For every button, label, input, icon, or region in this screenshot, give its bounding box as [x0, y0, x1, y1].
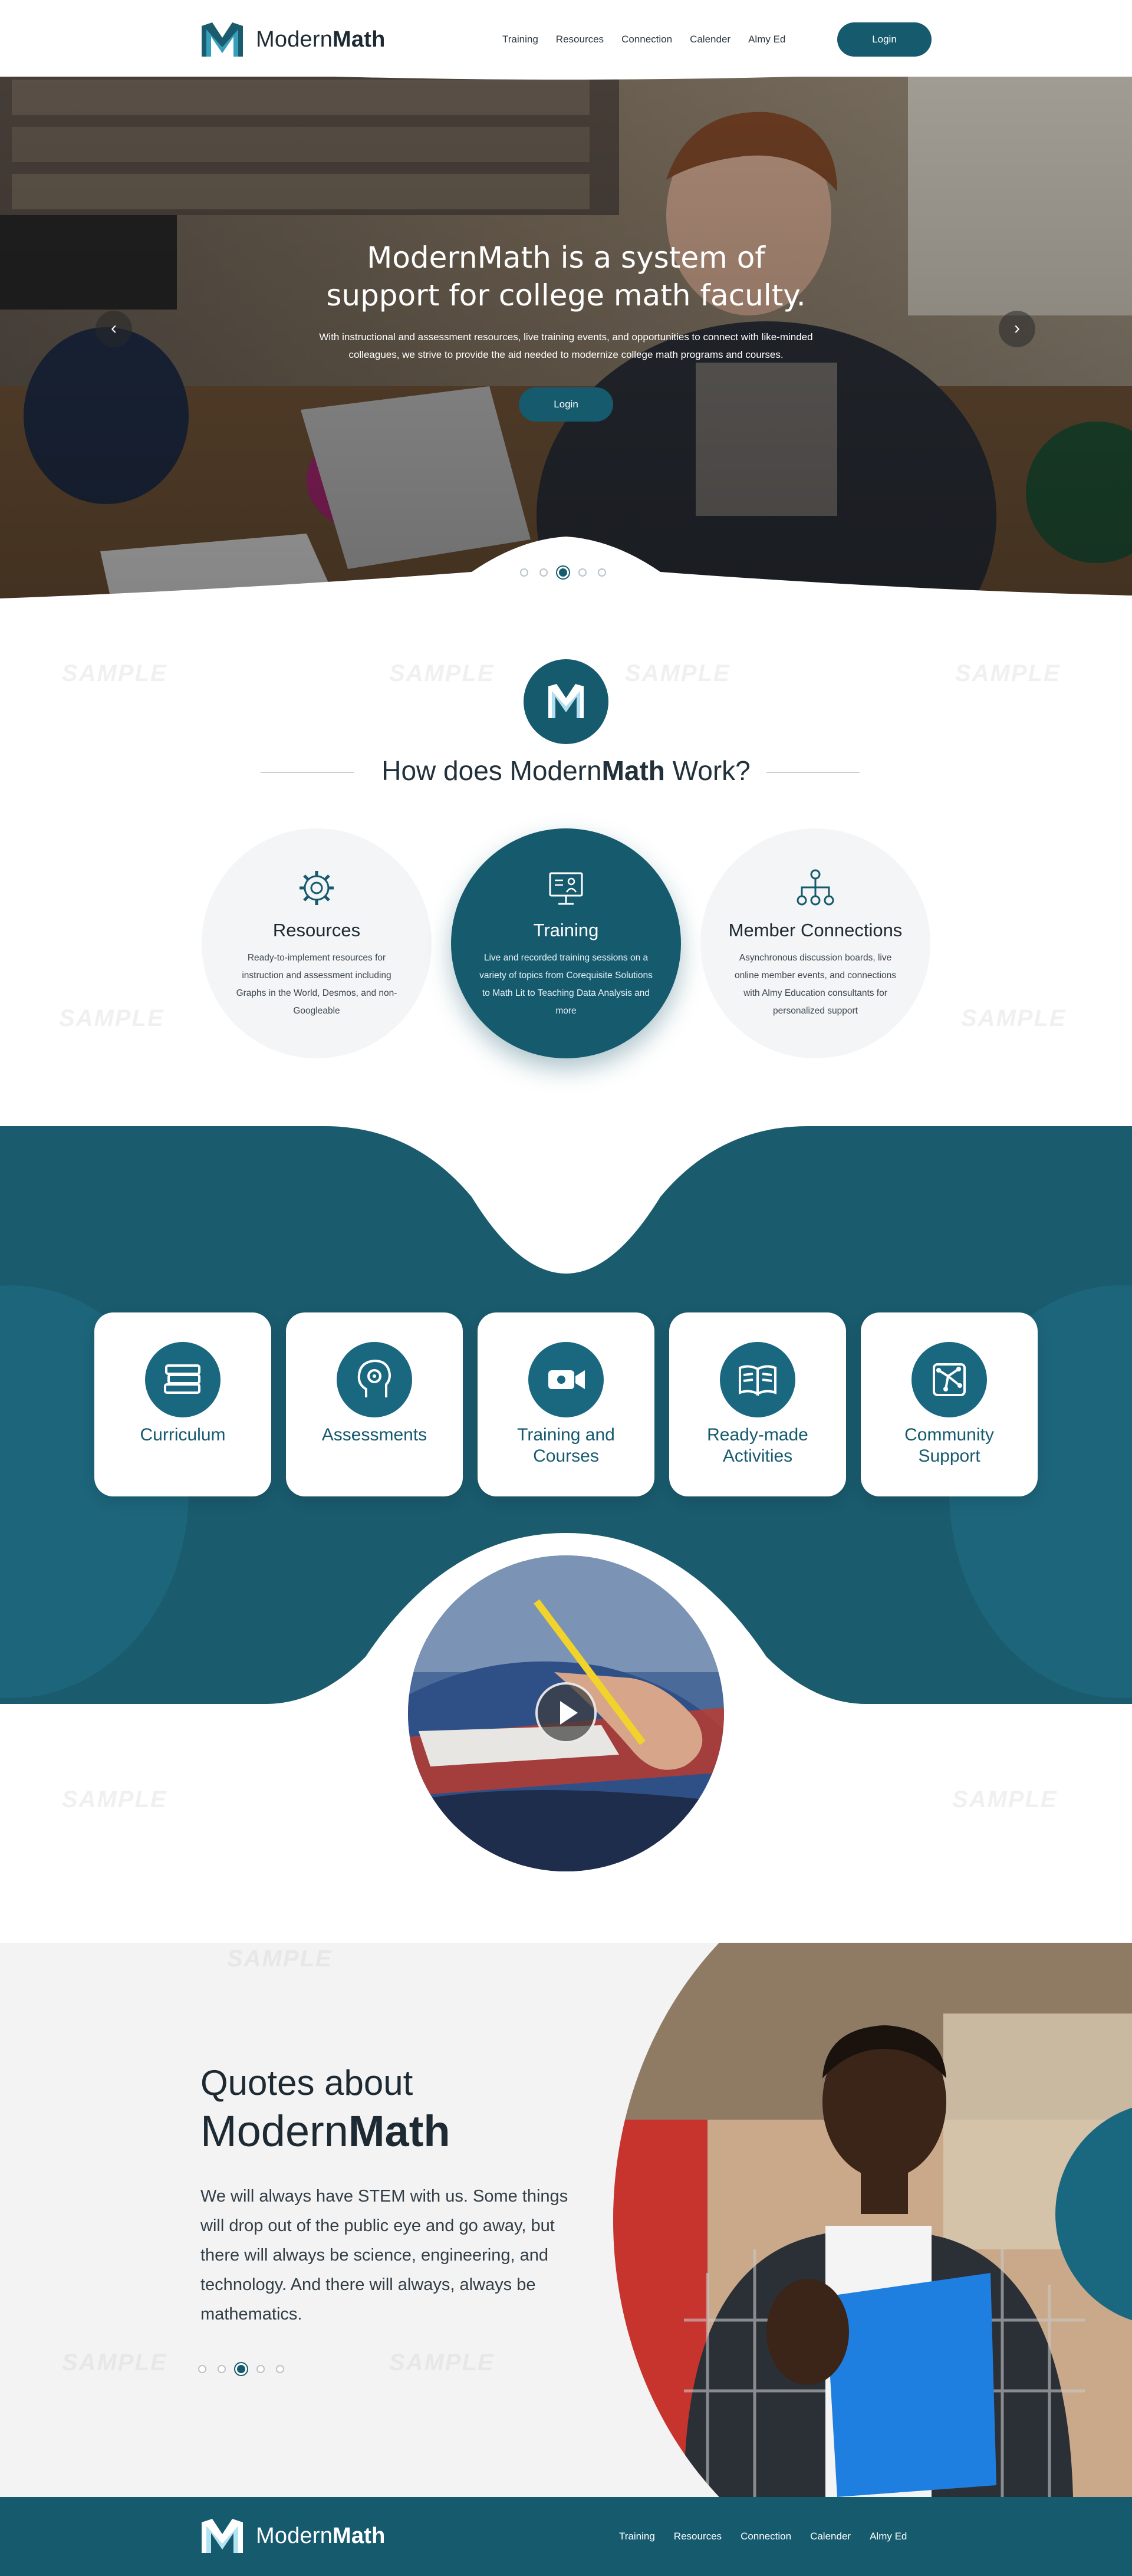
modernmath-logo-icon	[202, 22, 243, 57]
feature-card-training-courses[interactable]: Training and Courses	[478, 1312, 654, 1496]
network-icon	[797, 869, 834, 906]
footer-logo[interactable]: ModernMath	[199, 2516, 386, 2555]
how-card-title: Member Connections	[728, 920, 903, 940]
hero-subtitle: With instructional and assessment resour…	[319, 331, 813, 360]
feature-icon-circle	[145, 1342, 221, 1417]
feature-icon-circle	[720, 1342, 795, 1417]
nav-calender[interactable]: Calender	[690, 34, 730, 45]
nav-connection[interactable]: Connection	[621, 34, 672, 45]
footer-nav-connection[interactable]: Connection	[741, 2531, 791, 2542]
feature-label: Curriculum	[140, 1425, 226, 1445]
hero-slide-dot-2[interactable]	[539, 568, 548, 577]
how-card-body: Asynchronous discussion boards, live onl…	[735, 953, 896, 1016]
footer-nav-resources[interactable]: Resources	[674, 2531, 722, 2542]
video-play-button[interactable]	[535, 1682, 597, 1743]
quote-slide-dot-4[interactable]	[256, 2365, 265, 2373]
sample-watermark: SAMPLE	[389, 660, 495, 686]
footer-nav-training[interactable]: Training	[619, 2531, 655, 2542]
sample-watermark: SAMPLE	[62, 1787, 167, 1812]
gear-icon	[300, 871, 334, 905]
footer-nav: Training Resources Connection Calender A…	[619, 2531, 907, 2542]
how-card-body: Live and recorded training sessions on a…	[479, 953, 653, 1016]
feature-label: Training and Courses	[517, 1425, 615, 1466]
feature-icon-circle	[528, 1342, 604, 1417]
hero-next-button[interactable]: ›	[999, 311, 1035, 347]
feature-card-curriculum[interactable]: Curriculum	[94, 1312, 271, 1496]
how-card-title: Training	[533, 920, 599, 940]
header-login-button[interactable]: Login	[837, 22, 932, 57]
chevron-right-icon: ›	[1014, 318, 1020, 338]
feature-label: Assessments	[321, 1425, 427, 1445]
feature-icon-circle	[337, 1342, 412, 1417]
how-card-body: Ready-to-implement resources for instruc…	[236, 953, 397, 1016]
chevron-left-icon: ‹	[111, 318, 117, 338]
hero-slide-dot-5[interactable]	[598, 568, 606, 577]
sample-watermark: SAMPLE	[955, 660, 1061, 686]
video-camera-icon	[548, 1370, 585, 1389]
quote-slide-dot-2[interactable]	[218, 2365, 226, 2373]
footer-logo-text: ModernMath	[256, 2523, 386, 2548]
site-footer: ModernMath Training Resources Connection…	[0, 2497, 1132, 2576]
header-nav: Training Resources Connection Calender A…	[502, 34, 785, 45]
feature-card-assessments[interactable]: Assessments	[286, 1312, 463, 1496]
feature-card-community-support[interactable]: Community Support	[861, 1312, 1038, 1496]
section-logo-icon	[524, 659, 608, 744]
how-section-title: How does ModernMath Work?	[381, 755, 751, 786]
header-logo-text: ModernMath	[256, 27, 386, 52]
presentation-icon	[549, 872, 583, 905]
feature-label: Community Support	[904, 1425, 994, 1466]
feature-label: Ready-made Activities	[707, 1425, 808, 1466]
how-card-resources[interactable]: Resources Ready-to-implement resources f…	[202, 828, 432, 1058]
header-logo[interactable]: ModernMath	[199, 20, 386, 59]
quotes-student-photo	[613, 1943, 1132, 2497]
quotes-heading-brand: ModernMath	[200, 2107, 450, 2156]
feature-card-ready-made-activities[interactable]: Ready-made Activities	[669, 1312, 846, 1496]
site-header: ModernMath Training Resources Connection…	[0, 0, 1132, 77]
how-card-training[interactable]: Training Live and recorded training sess…	[451, 828, 681, 1058]
quote-slide-dot-5[interactable]	[276, 2365, 284, 2373]
how-card-member-connections[interactable]: Member Connections Asynchronous discussi…	[700, 828, 930, 1058]
modernmath-logo-icon	[202, 2519, 243, 2553]
quote-slide-dot-3[interactable]	[237, 2365, 245, 2373]
nav-resources[interactable]: Resources	[556, 34, 604, 45]
community-map-icon	[933, 1363, 966, 1396]
open-book-icon	[739, 1365, 776, 1396]
sample-watermark: SAMPLE	[961, 1005, 1067, 1031]
how-card-title: Resources	[272, 920, 361, 940]
quote-text: We will always have STEM with us. Some t…	[200, 2187, 568, 2324]
footer-nav-calender[interactable]: Calender	[810, 2531, 851, 2542]
books-icon	[164, 1364, 200, 1394]
hero-slider: ModernMath is a system of support for co…	[0, 56, 1132, 601]
head-gear-icon	[357, 1359, 391, 1397]
sample-watermark: SAMPLE	[625, 660, 730, 686]
footer-nav-almy-ed[interactable]: Almy Ed	[870, 2531, 907, 2542]
hero-title: ModernMath is a system of support for co…	[326, 241, 806, 312]
hero-login-button[interactable]: Login	[519, 387, 613, 422]
title-rule-right	[766, 772, 860, 773]
quotes-heading-line1: Quotes about	[200, 2063, 413, 2103]
nav-almy-ed[interactable]: Almy Ed	[748, 34, 785, 45]
sample-watermark: SAMPLE	[62, 660, 167, 686]
feature-icon-circle	[911, 1342, 987, 1417]
play-icon	[560, 1701, 578, 1725]
hero-slide-dot-4[interactable]	[578, 568, 587, 577]
nav-training[interactable]: Training	[502, 34, 538, 45]
hero-slide-dot-3[interactable]	[559, 568, 567, 577]
quote-slide-dot-1[interactable]	[198, 2365, 206, 2373]
hero-slide-dot-1[interactable]	[520, 568, 528, 577]
sample-watermark: SAMPLE	[952, 1787, 1058, 1812]
sample-watermark: SAMPLE	[59, 1005, 164, 1031]
hero-prev-button[interactable]: ‹	[96, 311, 132, 347]
